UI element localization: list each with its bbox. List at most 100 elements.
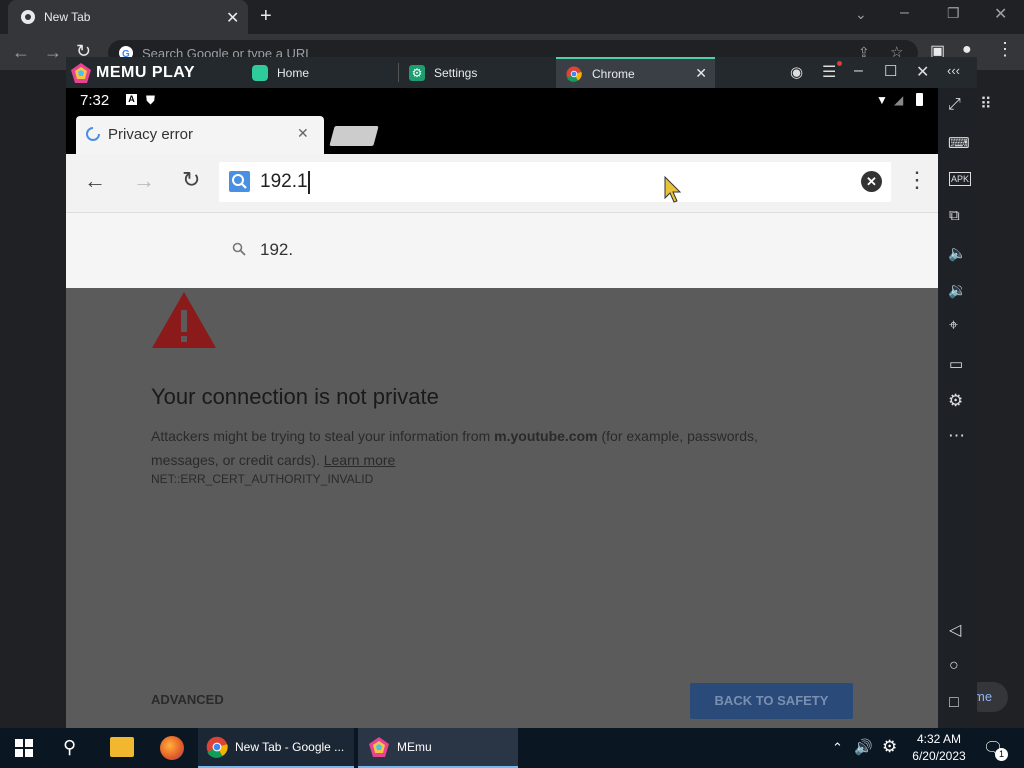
android-home-icon[interactable]: ○ (949, 657, 959, 675)
fullscreen-icon[interactable]: ⤢ (948, 96, 961, 114)
apk-install-icon[interactable]: APK (949, 172, 972, 186)
tab-divider (398, 63, 399, 82)
hamburger-menu-icon[interactable]: ☰ (822, 62, 836, 82)
menu-kebab-icon[interactable]: ⋮ (996, 39, 1014, 60)
close-icon[interactable]: ✕ (916, 62, 929, 82)
windows-taskbar: ⚲ New Tab - Google ... MEmu ⌃ 🔊 ⚙ 4:32 A… (0, 728, 1024, 768)
chrome-tab-privacy-error[interactable]: Privacy error ✕ (76, 116, 324, 154)
memu-sidebar: ⤢ ⌨ APK ⧉ 🔈 🔉 ⌖ ▭ ⚙ ⋯ ◁ ○ □ (938, 88, 977, 728)
memu-tab-chrome[interactable]: Chrome ✕ (556, 57, 715, 88)
memu-tab-home[interactable]: Home (246, 57, 396, 88)
search-icon (229, 171, 250, 192)
back-arrow-icon[interactable]: ← (84, 168, 106, 194)
close-tab-icon[interactable]: ✕ (695, 65, 707, 82)
privacy-error-page: Your connection is not private Attackers… (66, 288, 938, 728)
location-icon[interactable]: ⌖ (949, 317, 958, 335)
chrome-app-icon (566, 66, 582, 82)
multi-instance-icon[interactable]: ⧉ (949, 207, 960, 224)
advanced-button[interactable]: ADVANCED (151, 692, 224, 707)
memu-logo-icon (71, 63, 91, 83)
back-icon[interactable]: ← (12, 42, 30, 63)
loading-spinner-icon (86, 127, 100, 141)
close-tab-icon[interactable]: ✕ (297, 125, 309, 142)
firefox-icon[interactable] (160, 736, 184, 760)
error-description: Attackers might be trying to steal your … (151, 424, 811, 472)
keyboard-icon[interactable]: ⌨ (948, 134, 970, 152)
memu-tab-settings[interactable]: ⚙ Settings (402, 57, 552, 88)
clear-input-icon[interactable]: ✕ (861, 171, 882, 192)
warning-triangle-icon (150, 290, 218, 350)
android-back-icon[interactable]: ◁ (949, 620, 961, 640)
forward-arrow-icon[interactable]: → (133, 168, 155, 194)
search-icon (232, 242, 246, 256)
overflow-menu-icon[interactable]: ⋮ (906, 167, 928, 193)
error-domain: m.youtube.com (494, 428, 598, 444)
home-app-icon (252, 64, 268, 81)
notification-a-icon: A (126, 94, 137, 105)
memu-window: MEMU PLAY Home ⚙ Settings Chrome ✕ ◉ ☰ –… (66, 57, 977, 728)
forward-icon[interactable]: → (44, 42, 62, 63)
clock-time: 4:32 AM (916, 732, 962, 746)
taskbar-chrome-label: New Tab - Google ... (235, 740, 345, 754)
chrome-icon (206, 736, 228, 758)
collapse-sidebar-icon[interactable]: ‹‹‹ (947, 63, 960, 78)
clock[interactable]: 4:32 AM 6/20/2023 (908, 731, 970, 765)
chrome-logo-icon (20, 9, 36, 25)
taskbar-memu-app[interactable]: MEmu (358, 728, 518, 768)
url-bar[interactable]: 192.1 ✕ (219, 162, 891, 202)
folder-icon[interactable]: ▭ (949, 355, 963, 373)
tray-chevron-up-icon[interactable]: ⌃ (832, 740, 843, 756)
android-status-bar: 7:32 A ⛊ ▼ ◢ (66, 88, 938, 112)
app-grid-icon[interactable]: ⠿ (980, 94, 992, 114)
more-icon[interactable]: ⋯ (948, 426, 965, 446)
chrome-toolbar: ← → ↻ 192.1 ✕ ⋮ (66, 154, 938, 212)
back-to-safety-button[interactable]: BACK TO SAFETY (690, 683, 853, 719)
chrome-tab-strip: Privacy error ✕ (66, 112, 938, 154)
settings-gear-icon[interactable]: ⚙ (948, 391, 963, 411)
mouse-cursor-icon (664, 176, 684, 204)
taskbar-memu-label: MEmu (397, 740, 432, 754)
maximize-icon[interactable]: ☐ (884, 62, 897, 80)
cell-signal-icon: ◢ (894, 93, 904, 107)
battery-icon (916, 93, 923, 106)
minimize-icon[interactable]: – (854, 62, 863, 80)
notification-dot (837, 61, 842, 66)
new-tab-button[interactable] (329, 126, 379, 146)
volume-down-icon[interactable]: 🔉 (948, 281, 967, 299)
error-code: NET::ERR_CERT_AUTHORITY_INVALID (151, 472, 374, 486)
restore-icon[interactable]: ❐ (947, 5, 960, 22)
url-input-value[interactable]: 192.1 (260, 171, 308, 193)
reload-icon[interactable]: ↻ (182, 167, 200, 193)
error-body-prefix: Attackers might be trying to steal your … (151, 428, 495, 444)
settings-gear-icon[interactable]: ⚙ (882, 737, 897, 757)
minimize-icon[interactable]: – (900, 4, 909, 22)
tab-search-chevron-icon[interactable]: ⌄ (855, 6, 867, 23)
memu-titlebar: MEMU PLAY Home ⚙ Settings Chrome ✕ ◉ ☰ –… (66, 57, 977, 88)
suggestion-text: 192. (260, 240, 294, 259)
chrome-tab-title: Privacy error (108, 126, 194, 143)
search-icon[interactable]: ⚲ (63, 737, 76, 758)
android-screen: 7:32 A ⛊ ▼ ◢ Privacy error ✕ ← → ↻ 192.1… (66, 88, 938, 728)
host-tab-strip: New Tab ✕ + ⌄ – ❐ ✕ (0, 0, 1024, 34)
window-close-icon[interactable]: ✕ (994, 4, 1007, 24)
android-recents-icon[interactable]: □ (949, 694, 959, 712)
windows-start-icon[interactable] (15, 739, 33, 757)
file-explorer-icon[interactable] (110, 737, 134, 757)
memu-logo: MEMU PLAY (70, 62, 195, 84)
new-tab-plus-icon[interactable]: + (260, 5, 272, 28)
taskbar-chrome-app[interactable]: New Tab - Google ... (198, 728, 354, 768)
account-icon[interactable]: ◉ (790, 63, 803, 81)
host-tab-new-tab[interactable]: New Tab ✕ (8, 0, 248, 34)
shield-icon: ⛊ (146, 93, 156, 107)
text-cursor (308, 171, 310, 194)
memu-brand: MEMU PLAY (96, 64, 196, 81)
memu-tab-label: Settings (434, 65, 478, 80)
volume-up-icon[interactable]: 🔈 (948, 244, 967, 262)
memu-icon (368, 736, 390, 758)
learn-more-link[interactable]: Learn more (324, 452, 396, 468)
omnibox-suggestion[interactable]: 192. (66, 212, 938, 288)
wifi-icon: ▼ (876, 93, 888, 107)
close-icon[interactable]: ✕ (226, 8, 239, 28)
notification-badge: 1 (995, 748, 1008, 761)
speaker-icon[interactable]: 🔊 (854, 738, 873, 756)
